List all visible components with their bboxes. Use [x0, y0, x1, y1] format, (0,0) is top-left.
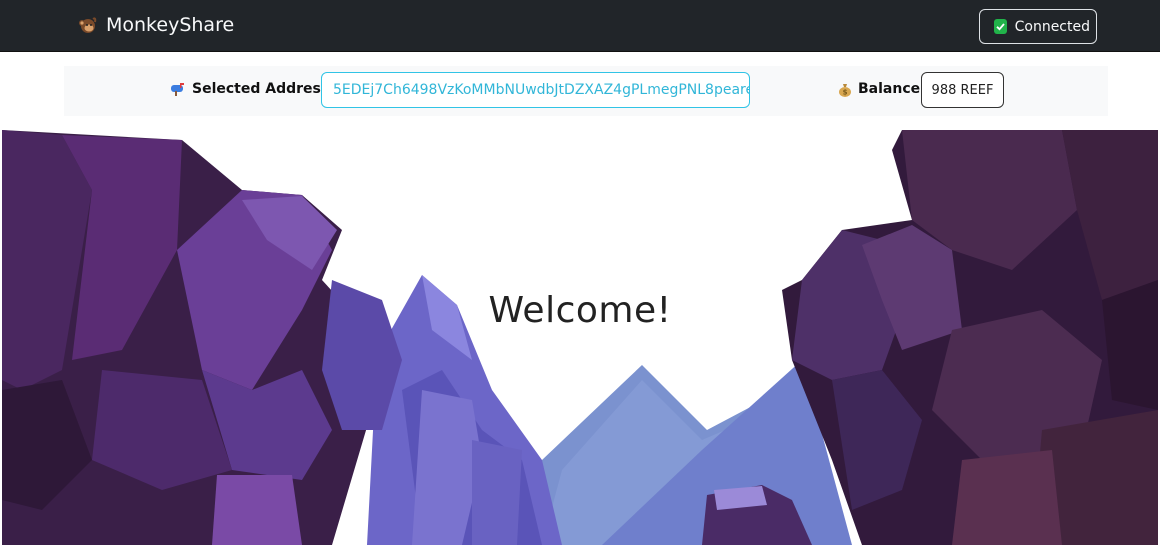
canyon-illustration — [2, 130, 1158, 545]
svg-text:$: $ — [843, 88, 848, 96]
monkey-icon — [79, 17, 97, 33]
wallet-info-bar: Selected Address : 5EDEj7Ch6498VzKoMMbNU… — [64, 66, 1108, 116]
connected-label: Connected — [1014, 18, 1090, 35]
balance-label: Balance: — [858, 81, 926, 97]
balance-field: 988 REEF — [921, 72, 1004, 108]
address-label: Selected Address — [192, 81, 330, 97]
brand[interactable]: MonkeyShare — [78, 14, 234, 36]
mailbox-icon — [171, 83, 184, 96]
brand-name: MonkeyShare — [106, 14, 235, 36]
top-navbar: MonkeyShare Connected — [0, 0, 1160, 52]
balance-label-group: $ Balance: — [838, 81, 926, 97]
money-bag-icon: $ — [839, 83, 851, 97]
welcome-heading: Welcome! — [488, 290, 672, 331]
connected-button[interactable]: Connected — [979, 9, 1097, 44]
address-label-group: Selected Address : — [170, 81, 338, 97]
check-box-icon — [994, 19, 1007, 34]
welcome-hero: Welcome! — [2, 130, 1158, 545]
address-field[interactable]: 5EDEj7Ch6498VzKoMMbNUwdbJtDZXAZ4gPLmegPN… — [321, 72, 750, 108]
